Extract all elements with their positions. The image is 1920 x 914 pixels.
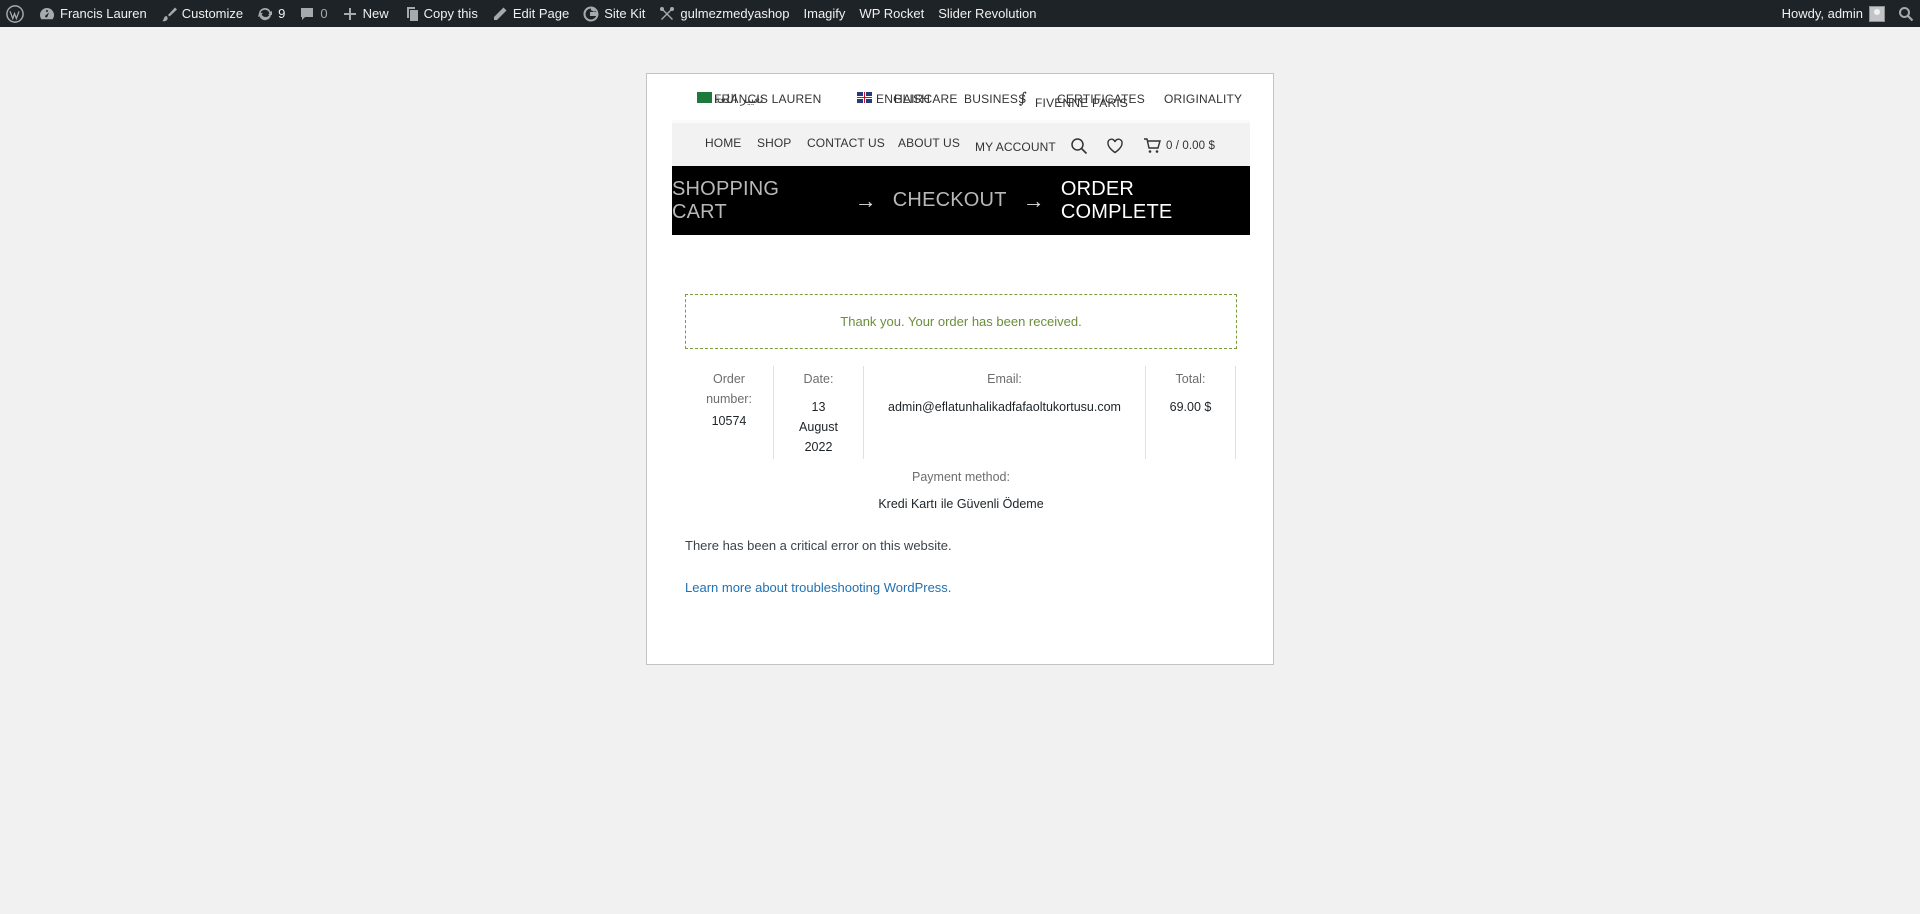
certificates-link[interactable]: CERTIFICATES xyxy=(1057,92,1145,106)
site-name-menu[interactable]: Francis Lauren xyxy=(32,0,154,27)
arrow-right-icon: → xyxy=(854,187,877,213)
wp-rocket-link[interactable]: WP Rocket xyxy=(852,0,931,27)
step-checkout[interactable]: CHECKOUT xyxy=(893,189,1007,212)
order-total-value: 69.00 $ xyxy=(1169,400,1212,414)
site-kit-label: Site Kit xyxy=(604,6,646,21)
updates-count: 9 xyxy=(278,6,286,21)
cross-tools-icon xyxy=(659,6,675,22)
uk-flag-icon[interactable] xyxy=(857,92,872,103)
copy-icon xyxy=(403,6,419,22)
order-email-value: admin@eflatunhalikadfafaoltukortusu.com xyxy=(888,400,1121,414)
checkout-steps-banner: SHOPPING CART → CHECKOUT → ORDER COMPLET… xyxy=(672,166,1250,235)
business-link[interactable]: BUSINESS xyxy=(964,92,1026,106)
shop-plugin-link[interactable]: gulmezmedyashop xyxy=(652,0,796,27)
critical-error-message: There has been a critical error on this … xyxy=(685,538,952,553)
payment-method-label: Payment method: xyxy=(912,470,1010,484)
page-card: ﺗﻐﻴﻴﺮ ﺍﻟﻠﻐﺔ FRANCIS LAUREN ENGLISH HAIRC… xyxy=(646,73,1274,665)
arrow-right-icon: → xyxy=(1022,187,1045,213)
order-date-label: Date: xyxy=(803,372,834,386)
new-label: New xyxy=(362,6,389,21)
comments-count: 0 xyxy=(320,6,328,21)
notice-text: Thank you. Your order has been received. xyxy=(840,314,1082,329)
payment-method-value: Kredi Kartı ile Güvenli Ödeme xyxy=(878,497,1044,511)
my-account-menu[interactable]: Howdy, admin xyxy=(1775,0,1892,27)
updates-icon xyxy=(257,6,273,22)
order-number-label: Order number: xyxy=(706,372,752,406)
nav-shop[interactable]: SHOP xyxy=(757,136,791,150)
paintbrush-icon xyxy=(161,6,177,22)
admin-search-button[interactable] xyxy=(1892,0,1920,27)
top-header-bar: ﺗﻐﻴﻴﺮ ﺍﻟﻠﻐﺔ FRANCIS LAUREN ENGLISH HAIRC… xyxy=(672,86,1252,114)
nav-about-us[interactable]: ABOUT US xyxy=(898,136,960,150)
customize-label: Customize xyxy=(181,6,244,21)
nav-contact-us[interactable]: CONTACT US xyxy=(807,136,885,150)
google-g-icon xyxy=(583,5,599,22)
order-received-notice: Thank you. Your order has been received. xyxy=(685,294,1237,349)
step-order-complete: ORDER COMPLETE xyxy=(1060,177,1173,223)
avatar xyxy=(1869,5,1885,22)
nav-home[interactable]: HOME xyxy=(705,136,741,150)
customize-link[interactable]: Customize xyxy=(154,0,250,27)
order-number-cell: Order number: 10574 xyxy=(685,366,774,459)
order-email-cell: Email: admin@eflatunhalikadfafaoltukortu… xyxy=(864,366,1146,459)
site-kit-link[interactable]: Site Kit xyxy=(576,0,652,27)
search-icon[interactable] xyxy=(1070,137,1088,155)
search-icon xyxy=(1898,6,1914,22)
wordpress-icon xyxy=(6,4,24,23)
originality-link[interactable]: ORIGINALITY xyxy=(1164,92,1242,106)
step-shopping-cart[interactable]: SHOPPING CART xyxy=(672,178,839,224)
imagify-link[interactable]: Imagify xyxy=(797,0,853,27)
howdy-label: Howdy, admin xyxy=(1781,6,1863,21)
copy-this-label: Copy this xyxy=(423,6,478,21)
copy-this-link[interactable]: Copy this xyxy=(396,0,485,27)
dashboard-icon xyxy=(39,6,55,22)
wp-logo-menu[interactable] xyxy=(0,0,32,27)
cart-total[interactable]: 0 / 0.00 $ xyxy=(1166,140,1215,152)
saudi-flag-icon[interactable] xyxy=(697,92,712,103)
shop-plugin-label: gulmezmedyashop xyxy=(680,6,790,21)
brand-link[interactable]: FRANCIS LAUREN xyxy=(714,92,821,106)
imagify-label: Imagify xyxy=(803,6,846,21)
wishlist-heart-icon[interactable] xyxy=(1106,137,1124,155)
site-name-label: Francis Lauren xyxy=(60,6,147,21)
fivenne-logo-icon: ∫ xyxy=(1019,89,1028,107)
order-total-cell: Total: 69.00 $ xyxy=(1146,366,1236,459)
payment-method: Payment method: Kredi Kartı ile Güvenli … xyxy=(685,467,1237,511)
troubleshooting-link[interactable]: Learn more about troubleshooting WordPre… xyxy=(685,580,951,595)
updates-link[interactable]: 9 xyxy=(250,0,292,27)
new-content-menu[interactable]: New xyxy=(335,0,396,27)
edit-page-label: Edit Page xyxy=(512,6,570,21)
wp-rocket-label: WP Rocket xyxy=(859,6,925,21)
order-total-label: Total: xyxy=(1175,372,1206,386)
order-date-cell: Date: 13 August 2022 xyxy=(774,366,864,459)
haircare-link[interactable]: HAIRCARE xyxy=(894,92,958,106)
order-overview: Order number: 10574 Date: 13 August 2022… xyxy=(685,366,1237,459)
order-number-value: 10574 xyxy=(711,414,747,428)
order-date-value: 13 August 2022 xyxy=(799,400,838,454)
pencil-icon xyxy=(492,6,508,22)
slider-revolution-link[interactable]: Slider Revolution xyxy=(931,0,1043,27)
edit-page-link[interactable]: Edit Page xyxy=(485,0,576,27)
comment-icon xyxy=(299,6,315,22)
main-navigation: HOME SHOP CONTACT US ABOUT US MY ACCOUNT… xyxy=(672,120,1250,166)
plus-icon xyxy=(342,6,358,22)
comments-link[interactable]: 0 xyxy=(292,0,334,27)
order-email-label: Email: xyxy=(987,372,1022,386)
cart-icon[interactable] xyxy=(1143,137,1161,155)
slider-revolution-label: Slider Revolution xyxy=(938,6,1037,21)
nav-my-account[interactable]: MY ACCOUNT xyxy=(975,140,1056,154)
wp-admin-bar: Francis Lauren Customize 9 0 New Copy th… xyxy=(0,0,1920,27)
